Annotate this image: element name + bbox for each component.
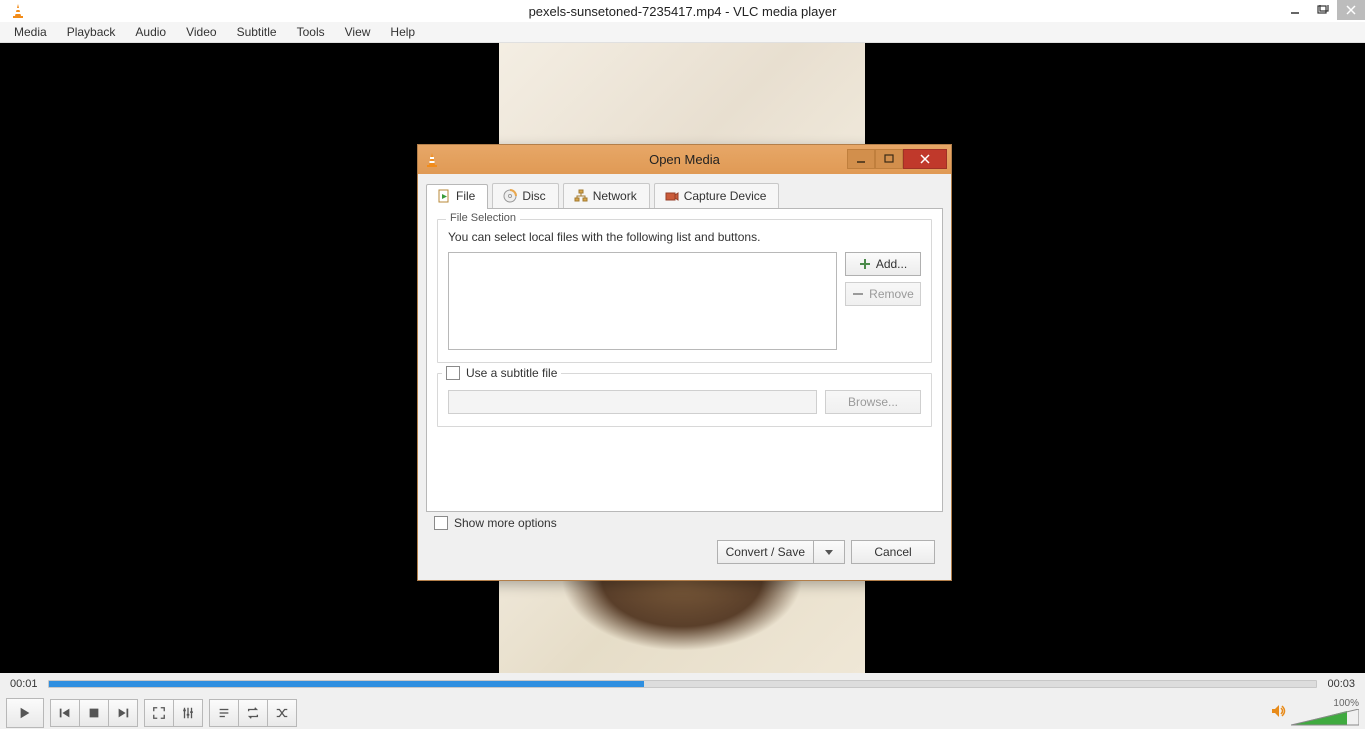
- tab-panel-file: File Selection You can select local file…: [426, 208, 943, 512]
- view-group: [144, 699, 203, 727]
- window-title: pexels-sunsetoned-7235417.mp4 - VLC medi…: [0, 4, 1365, 19]
- disc-icon: [503, 189, 517, 203]
- time-current: 00:01: [10, 678, 38, 690]
- checkbox-box: [434, 516, 448, 530]
- minus-icon: [852, 288, 864, 300]
- menu-view[interactable]: View: [335, 23, 381, 41]
- tab-network[interactable]: Network: [563, 183, 650, 208]
- cancel-button[interactable]: Cancel: [851, 540, 935, 564]
- menu-playback[interactable]: Playback: [57, 23, 126, 41]
- file-list[interactable]: [448, 252, 837, 350]
- checkbox-box: [446, 366, 460, 380]
- dialog-close-button[interactable]: [903, 149, 947, 169]
- browse-button[interactable]: Browse...: [825, 390, 921, 414]
- subtitle-checkbox-label: Use a subtitle file: [466, 366, 557, 380]
- show-more-options-label: Show more options: [454, 516, 557, 530]
- convert-save-button[interactable]: Convert / Save: [717, 540, 845, 564]
- speaker-icon[interactable]: [1271, 704, 1287, 721]
- dialog-maximize-button[interactable]: [875, 149, 903, 169]
- skip-group: [50, 699, 138, 727]
- tab-file-label: File: [456, 189, 475, 203]
- subtitle-group: Use a subtitle file Browse...: [437, 373, 932, 427]
- menubar: Media Playback Audio Video Subtitle Tool…: [0, 22, 1365, 43]
- stop-button[interactable]: [80, 699, 109, 727]
- volume-percent: 100%: [1333, 698, 1359, 709]
- tab-capture[interactable]: Capture Device: [654, 183, 780, 208]
- next-button[interactable]: [109, 699, 138, 727]
- menu-tools[interactable]: Tools: [287, 23, 335, 41]
- plus-icon: [859, 258, 871, 270]
- dialog-window-controls: [847, 149, 947, 169]
- tabstrip: File Disc Network Capture Device: [426, 183, 943, 208]
- tab-network-label: Network: [593, 189, 637, 203]
- close-button[interactable]: [1337, 0, 1365, 20]
- seek-fill: [49, 681, 645, 687]
- extended-settings-button[interactable]: [174, 699, 203, 727]
- convert-save-dropdown[interactable]: [814, 540, 845, 564]
- remove-button-label: Remove: [869, 287, 914, 301]
- playlist-group: [209, 699, 297, 727]
- dialog-body: File Disc Network Capture Device File Se: [426, 183, 943, 572]
- time-total: 00:03: [1327, 678, 1355, 690]
- tab-capture-label: Capture Device: [684, 189, 767, 203]
- browse-button-label: Browse...: [848, 395, 898, 409]
- menu-media[interactable]: Media: [4, 23, 57, 41]
- dialog-minimize-button[interactable]: [847, 149, 875, 169]
- play-button[interactable]: [6, 698, 44, 728]
- titlebar: pexels-sunsetoned-7235417.mp4 - VLC medi…: [0, 0, 1365, 22]
- file-icon: [437, 189, 451, 203]
- window-controls: [1281, 0, 1365, 20]
- seek-slider[interactable]: [48, 680, 1318, 688]
- tab-disc-label: Disc: [522, 189, 545, 203]
- menu-video[interactable]: Video: [176, 23, 226, 41]
- convert-save-label: Convert / Save: [726, 545, 805, 559]
- dialog-titlebar[interactable]: Open Media: [418, 145, 951, 174]
- subtitle-path-input[interactable]: [448, 390, 817, 414]
- subtitle-checkbox[interactable]: Use a subtitle file: [442, 366, 561, 380]
- menu-subtitle[interactable]: Subtitle: [227, 23, 287, 41]
- volume-slider[interactable]: [1291, 709, 1359, 727]
- add-button[interactable]: Add...: [845, 252, 921, 276]
- show-more-options-checkbox[interactable]: Show more options: [434, 516, 557, 530]
- previous-button[interactable]: [50, 699, 80, 727]
- fullscreen-button[interactable]: [144, 699, 174, 727]
- volume-control: 100%: [1271, 698, 1359, 727]
- minimize-button[interactable]: [1281, 0, 1309, 20]
- add-button-label: Add...: [876, 257, 907, 271]
- menu-audio[interactable]: Audio: [125, 23, 176, 41]
- controls-row: 100%: [0, 695, 1365, 729]
- open-media-dialog: Open Media File Disc Network: [417, 144, 952, 581]
- tab-disc[interactable]: Disc: [492, 183, 558, 208]
- chevron-down-icon: [825, 548, 833, 556]
- network-icon: [574, 189, 588, 203]
- file-selection-group: File Selection You can select local file…: [437, 219, 932, 363]
- tab-file[interactable]: File: [426, 184, 488, 209]
- main-window: pexels-sunsetoned-7235417.mp4 - VLC medi…: [0, 0, 1365, 729]
- playlist-button[interactable]: [209, 699, 239, 727]
- vlc-cone-icon: [424, 152, 440, 168]
- seek-row: 00:01 00:03: [0, 673, 1365, 695]
- vlc-cone-icon: [10, 3, 26, 19]
- remove-button[interactable]: Remove: [845, 282, 921, 306]
- capture-icon: [665, 189, 679, 203]
- file-selection-legend: File Selection: [446, 212, 520, 224]
- menu-help[interactable]: Help: [380, 23, 425, 41]
- file-selection-help: You can select local files with the foll…: [448, 230, 921, 244]
- cancel-button-label: Cancel: [874, 545, 911, 559]
- dialog-actions: Convert / Save Cancel: [717, 540, 935, 564]
- maximize-button[interactable]: [1309, 0, 1337, 20]
- loop-button[interactable]: [239, 699, 268, 727]
- shuffle-button[interactable]: [268, 699, 297, 727]
